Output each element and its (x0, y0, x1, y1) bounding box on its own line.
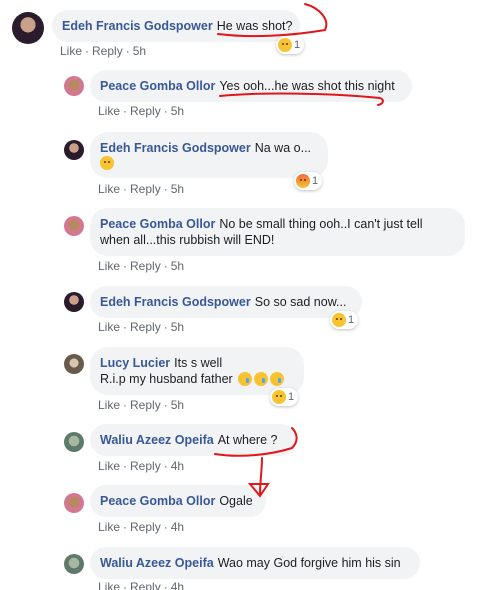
underline-stroke (217, 3, 328, 38)
arrow-head (247, 483, 270, 498)
arrow-stroke (259, 457, 263, 495)
red-ink-annotations (214, 3, 384, 498)
underline-stroke (214, 427, 298, 457)
underline-stroke (219, 92, 384, 106)
